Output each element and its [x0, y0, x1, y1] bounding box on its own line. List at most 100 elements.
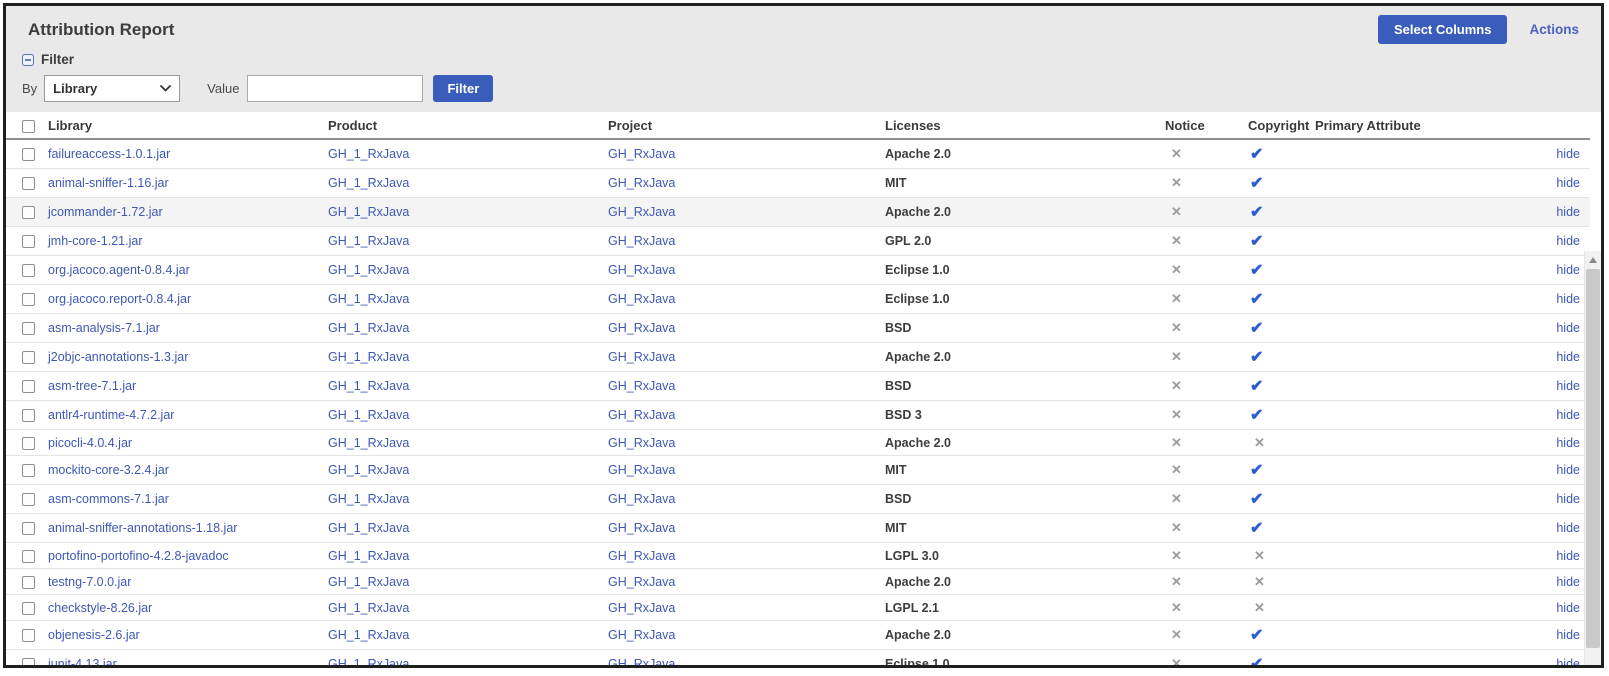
- filter-by-select[interactable]: Library: [44, 75, 180, 102]
- library-link[interactable]: jcommander-1.72.jar: [48, 205, 163, 219]
- hide-link[interactable]: hide: [1556, 628, 1580, 642]
- library-link[interactable]: portofino-portofino-4.2.8-javadoc: [48, 549, 229, 563]
- product-link[interactable]: GH_1_RxJava: [328, 436, 409, 450]
- library-link[interactable]: antlr4-runtime-4.7.2.jar: [48, 408, 174, 422]
- hide-link[interactable]: hide: [1556, 521, 1580, 535]
- project-link[interactable]: GH_RxJava: [608, 575, 675, 589]
- project-link[interactable]: GH_RxJava: [608, 657, 675, 668]
- project-link[interactable]: GH_RxJava: [608, 408, 675, 422]
- product-link[interactable]: GH_1_RxJava: [328, 321, 409, 335]
- project-link[interactable]: GH_RxJava: [608, 176, 675, 190]
- product-link[interactable]: GH_1_RxJava: [328, 292, 409, 306]
- row-checkbox[interactable]: [22, 206, 35, 219]
- product-link[interactable]: GH_1_RxJava: [328, 549, 409, 563]
- hide-link[interactable]: hide: [1556, 463, 1580, 477]
- product-link[interactable]: GH_1_RxJava: [328, 628, 409, 642]
- product-link[interactable]: GH_1_RxJava: [328, 205, 409, 219]
- product-link[interactable]: GH_1_RxJava: [328, 521, 409, 535]
- library-link[interactable]: asm-analysis-7.1.jar: [48, 321, 160, 335]
- hide-link[interactable]: hide: [1556, 205, 1580, 219]
- row-checkbox[interactable]: [22, 576, 35, 589]
- hide-link[interactable]: hide: [1556, 176, 1580, 190]
- project-link[interactable]: GH_RxJava: [608, 379, 675, 393]
- hide-link[interactable]: hide: [1556, 549, 1580, 563]
- product-link[interactable]: GH_1_RxJava: [328, 176, 409, 190]
- collapse-minus-icon[interactable]: [22, 54, 34, 66]
- project-link[interactable]: GH_RxJava: [608, 463, 675, 477]
- hide-link[interactable]: hide: [1556, 657, 1580, 668]
- project-link[interactable]: GH_RxJava: [608, 263, 675, 277]
- project-link[interactable]: GH_RxJava: [608, 436, 675, 450]
- scrollbar-thumb[interactable]: [1586, 269, 1600, 648]
- project-link[interactable]: GH_RxJava: [608, 205, 675, 219]
- row-checkbox[interactable]: [22, 522, 35, 535]
- row-checkbox[interactable]: [22, 351, 35, 364]
- row-checkbox[interactable]: [22, 550, 35, 563]
- row-checkbox[interactable]: [22, 293, 35, 306]
- project-link[interactable]: GH_RxJava: [608, 628, 675, 642]
- project-link[interactable]: GH_RxJava: [608, 321, 675, 335]
- row-checkbox[interactable]: [22, 493, 35, 506]
- row-checkbox[interactable]: [22, 322, 35, 335]
- hide-link[interactable]: hide: [1556, 492, 1580, 506]
- project-link[interactable]: GH_RxJava: [608, 292, 675, 306]
- library-link[interactable]: testng-7.0.0.jar: [48, 575, 131, 589]
- row-checkbox[interactable]: [22, 235, 35, 248]
- row-checkbox[interactable]: [22, 148, 35, 161]
- hide-link[interactable]: hide: [1556, 379, 1580, 393]
- library-link[interactable]: org.jacoco.agent-0.8.4.jar: [48, 263, 190, 277]
- library-link[interactable]: mockito-core-3.2.4.jar: [48, 463, 169, 477]
- vertical-scrollbar[interactable]: [1584, 251, 1601, 668]
- product-link[interactable]: GH_1_RxJava: [328, 463, 409, 477]
- row-checkbox[interactable]: [22, 380, 35, 393]
- project-link[interactable]: GH_RxJava: [608, 601, 675, 615]
- filter-button[interactable]: Filter: [433, 75, 493, 102]
- product-link[interactable]: GH_1_RxJava: [328, 601, 409, 615]
- hide-link[interactable]: hide: [1556, 408, 1580, 422]
- library-link[interactable]: asm-tree-7.1.jar: [48, 379, 136, 393]
- product-link[interactable]: GH_1_RxJava: [328, 234, 409, 248]
- row-checkbox[interactable]: [22, 409, 35, 422]
- hide-link[interactable]: hide: [1556, 147, 1580, 161]
- hide-link[interactable]: hide: [1556, 601, 1580, 615]
- library-link[interactable]: junit-4.13.jar: [48, 657, 117, 668]
- library-link[interactable]: animal-sniffer-1.16.jar: [48, 176, 169, 190]
- library-link[interactable]: picocli-4.0.4.jar: [48, 436, 132, 450]
- library-link[interactable]: checkstyle-8.26.jar: [48, 601, 152, 615]
- scrollbar-up-icon[interactable]: [1589, 257, 1597, 263]
- library-link[interactable]: jmh-core-1.21.jar: [48, 234, 142, 248]
- library-link[interactable]: objenesis-2.6.jar: [48, 628, 140, 642]
- library-link[interactable]: failureaccess-1.0.1.jar: [48, 147, 170, 161]
- actions-link[interactable]: Actions: [1529, 22, 1579, 37]
- product-link[interactable]: GH_1_RxJava: [328, 492, 409, 506]
- hide-link[interactable]: hide: [1556, 263, 1580, 277]
- library-link[interactable]: j2objc-annotations-1.3.jar: [48, 350, 188, 364]
- product-link[interactable]: GH_1_RxJava: [328, 147, 409, 161]
- hide-link[interactable]: hide: [1556, 436, 1580, 450]
- row-checkbox[interactable]: [22, 264, 35, 277]
- filter-value-input[interactable]: [247, 75, 423, 102]
- library-link[interactable]: org.jacoco.report-0.8.4.jar: [48, 292, 191, 306]
- project-link[interactable]: GH_RxJava: [608, 350, 675, 364]
- library-link[interactable]: asm-commons-7.1.jar: [48, 492, 169, 506]
- select-all-checkbox[interactable]: [22, 120, 35, 133]
- product-link[interactable]: GH_1_RxJava: [328, 263, 409, 277]
- row-checkbox[interactable]: [22, 177, 35, 190]
- select-columns-button[interactable]: Select Columns: [1378, 15, 1508, 44]
- project-link[interactable]: GH_RxJava: [608, 147, 675, 161]
- library-link[interactable]: animal-sniffer-annotations-1.18.jar: [48, 521, 237, 535]
- project-link[interactable]: GH_RxJava: [608, 234, 675, 248]
- product-link[interactable]: GH_1_RxJava: [328, 657, 409, 668]
- product-link[interactable]: GH_1_RxJava: [328, 575, 409, 589]
- row-checkbox[interactable]: [22, 437, 35, 450]
- hide-link[interactable]: hide: [1556, 234, 1580, 248]
- hide-link[interactable]: hide: [1556, 575, 1580, 589]
- project-link[interactable]: GH_RxJava: [608, 492, 675, 506]
- row-checkbox[interactable]: [22, 658, 35, 668]
- row-checkbox[interactable]: [22, 464, 35, 477]
- row-checkbox[interactable]: [22, 602, 35, 615]
- product-link[interactable]: GH_1_RxJava: [328, 379, 409, 393]
- hide-link[interactable]: hide: [1556, 321, 1580, 335]
- hide-link[interactable]: hide: [1556, 350, 1580, 364]
- row-checkbox[interactable]: [22, 629, 35, 642]
